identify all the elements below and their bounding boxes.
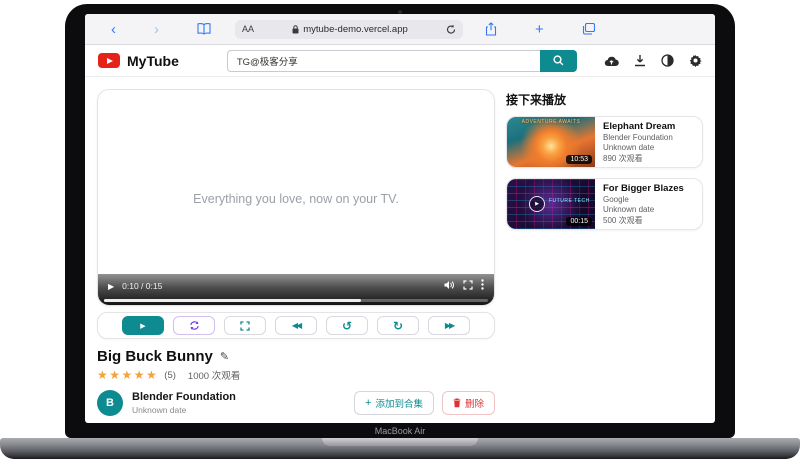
rewind-button[interactable]: ◀◀ xyxy=(275,316,317,335)
search-bar xyxy=(227,50,577,72)
delete-button[interactable]: 删除 xyxy=(442,391,495,415)
fullscreen-button[interactable] xyxy=(224,316,266,335)
up-next-title[interactable]: Elephant Dream xyxy=(603,121,675,132)
up-next-date: Unknown date xyxy=(603,205,684,214)
custom-controls-bar: ▶ ◀◀ ↺ ↻ xyxy=(97,312,495,339)
skip-back-icon: ↺ xyxy=(342,320,352,332)
up-next-channel: Google xyxy=(603,195,684,204)
channel-name[interactable]: Blender Foundation xyxy=(132,391,236,403)
player-overlay-text: Everything you love, now on your TV. xyxy=(98,192,494,206)
channel-avatar[interactable]: B xyxy=(97,390,123,416)
up-next-heading: 接下来播放 xyxy=(506,91,703,108)
video-thumbnail[interactable]: ▶ FUTURE TECH 00:15 xyxy=(507,179,595,229)
channel-row: B Blender Foundation Unknown date + 添加到合… xyxy=(97,390,495,416)
loop-button[interactable] xyxy=(173,316,215,335)
laptop-base xyxy=(0,438,800,459)
edit-title-icon[interactable]: ✎ xyxy=(220,350,229,363)
device-label: MacBook Air xyxy=(65,426,735,436)
new-tab-icon[interactable]: + xyxy=(535,21,544,38)
player-fullscreen-icon[interactable] xyxy=(463,280,473,293)
search-icon xyxy=(553,55,564,66)
star-rating[interactable]: ★★★★★ xyxy=(97,368,158,382)
video-player[interactable]: Everything you love, now on your TV. ▶ 0… xyxy=(97,89,495,306)
loop-icon xyxy=(189,320,200,331)
upload-cloud-icon[interactable] xyxy=(604,55,619,67)
search-button[interactable] xyxy=(540,50,577,72)
site-header: MyTube xyxy=(85,45,715,77)
address-bar[interactable]: AA mytube-demo.vercel.app xyxy=(235,20,463,39)
screen: ‹ › AA mytube-demo.vercel.app xyxy=(85,14,715,423)
laptop-frame: ‹ › AA mytube-demo.vercel.app xyxy=(65,4,735,438)
forward-icon[interactable]: › xyxy=(154,22,159,37)
up-next-item[interactable]: ▶ FUTURE TECH 00:15 For Bigger Blazes Go… xyxy=(506,178,703,230)
theme-toggle-icon[interactable] xyxy=(661,54,674,67)
up-next-item[interactable]: ADVENTURE AWAITS 10:53 Elephant Dream Bl… xyxy=(506,116,703,168)
up-next-title[interactable]: For Bigger Blazes xyxy=(603,183,684,194)
up-next-views: 890 次观看 xyxy=(603,153,675,164)
tab-overview-icon[interactable] xyxy=(582,23,595,35)
rewind-icon: ◀◀ xyxy=(292,321,300,330)
download-icon[interactable] xyxy=(634,54,646,67)
duration-badge: 00:15 xyxy=(566,217,592,226)
page-content: Everything you love, now on your TV. ▶ 0… xyxy=(85,77,715,416)
video-thumbnail[interactable]: ADVENTURE AWAITS 10:53 xyxy=(507,117,595,167)
plus-icon: + xyxy=(365,397,371,409)
lock-icon xyxy=(292,25,299,34)
play-button[interactable]: ▶ xyxy=(122,316,164,335)
header-icons xyxy=(604,54,702,67)
thumbnail-caption: ADVENTURE AWAITS xyxy=(507,119,595,125)
skip-forward-button[interactable]: ↻ xyxy=(377,316,419,335)
trash-icon xyxy=(453,398,461,408)
fullscreen-icon xyxy=(240,321,250,331)
fast-forward-button[interactable]: ▶▶ xyxy=(428,316,470,335)
play-icon: ▶ xyxy=(140,322,145,330)
upload-date: Unknown date xyxy=(132,405,236,415)
skip-forward-icon: ↻ xyxy=(393,320,403,332)
thumbnail-caption: FUTURE TECH xyxy=(549,198,590,204)
view-count: 1000 次观看 xyxy=(188,368,240,382)
back-icon[interactable]: ‹ xyxy=(111,22,116,37)
up-next-views: 500 次观看 xyxy=(603,215,684,226)
browser-toolbar: ‹ › AA mytube-demo.vercel.app xyxy=(85,14,715,45)
brand-title[interactable]: MyTube xyxy=(127,53,179,69)
player-time: 0:10 / 0:15 xyxy=(122,281,162,291)
main-column: Everything you love, now on your TV. ▶ 0… xyxy=(97,89,495,416)
fast-forward-icon: ▶▶ xyxy=(445,321,453,330)
reload-icon[interactable] xyxy=(446,24,456,35)
reader-mode-button[interactable]: AA xyxy=(242,24,254,34)
up-next-sidebar: 接下来播放 ADVENTURE AWAITS 10:53 Elephant Dr… xyxy=(506,89,703,416)
native-video-controls: ▶ 0:10 / 0:15 xyxy=(98,274,494,305)
trackpad-notch xyxy=(322,438,478,446)
rating-count: (5) xyxy=(164,370,176,381)
share-icon[interactable] xyxy=(485,22,497,36)
search-input[interactable] xyxy=(227,50,540,72)
video-progress-fill xyxy=(104,299,361,302)
up-next-channel: Blender Foundation xyxy=(603,133,675,142)
url-text: mytube-demo.vercel.app xyxy=(259,24,441,35)
mytube-logo-icon[interactable] xyxy=(98,53,120,68)
settings-gear-icon[interactable] xyxy=(689,54,702,67)
up-next-date: Unknown date xyxy=(603,143,675,152)
player-menu-icon[interactable] xyxy=(481,279,484,293)
video-title: Big Buck Bunny xyxy=(97,348,213,365)
add-to-collection-button[interactable]: + 添加到合集 xyxy=(354,391,434,415)
video-progress-bar[interactable] xyxy=(104,299,488,302)
player-play-icon[interactable]: ▶ xyxy=(108,282,114,291)
rating-row: ★★★★★ (5) 1000 次观看 xyxy=(97,368,495,382)
duration-badge: 10:53 xyxy=(566,155,592,164)
volume-icon[interactable] xyxy=(444,280,455,293)
thumb-play-icon: ▶ xyxy=(529,196,545,212)
skip-back-button[interactable]: ↺ xyxy=(326,316,368,335)
bookmarks-icon[interactable] xyxy=(197,23,211,35)
